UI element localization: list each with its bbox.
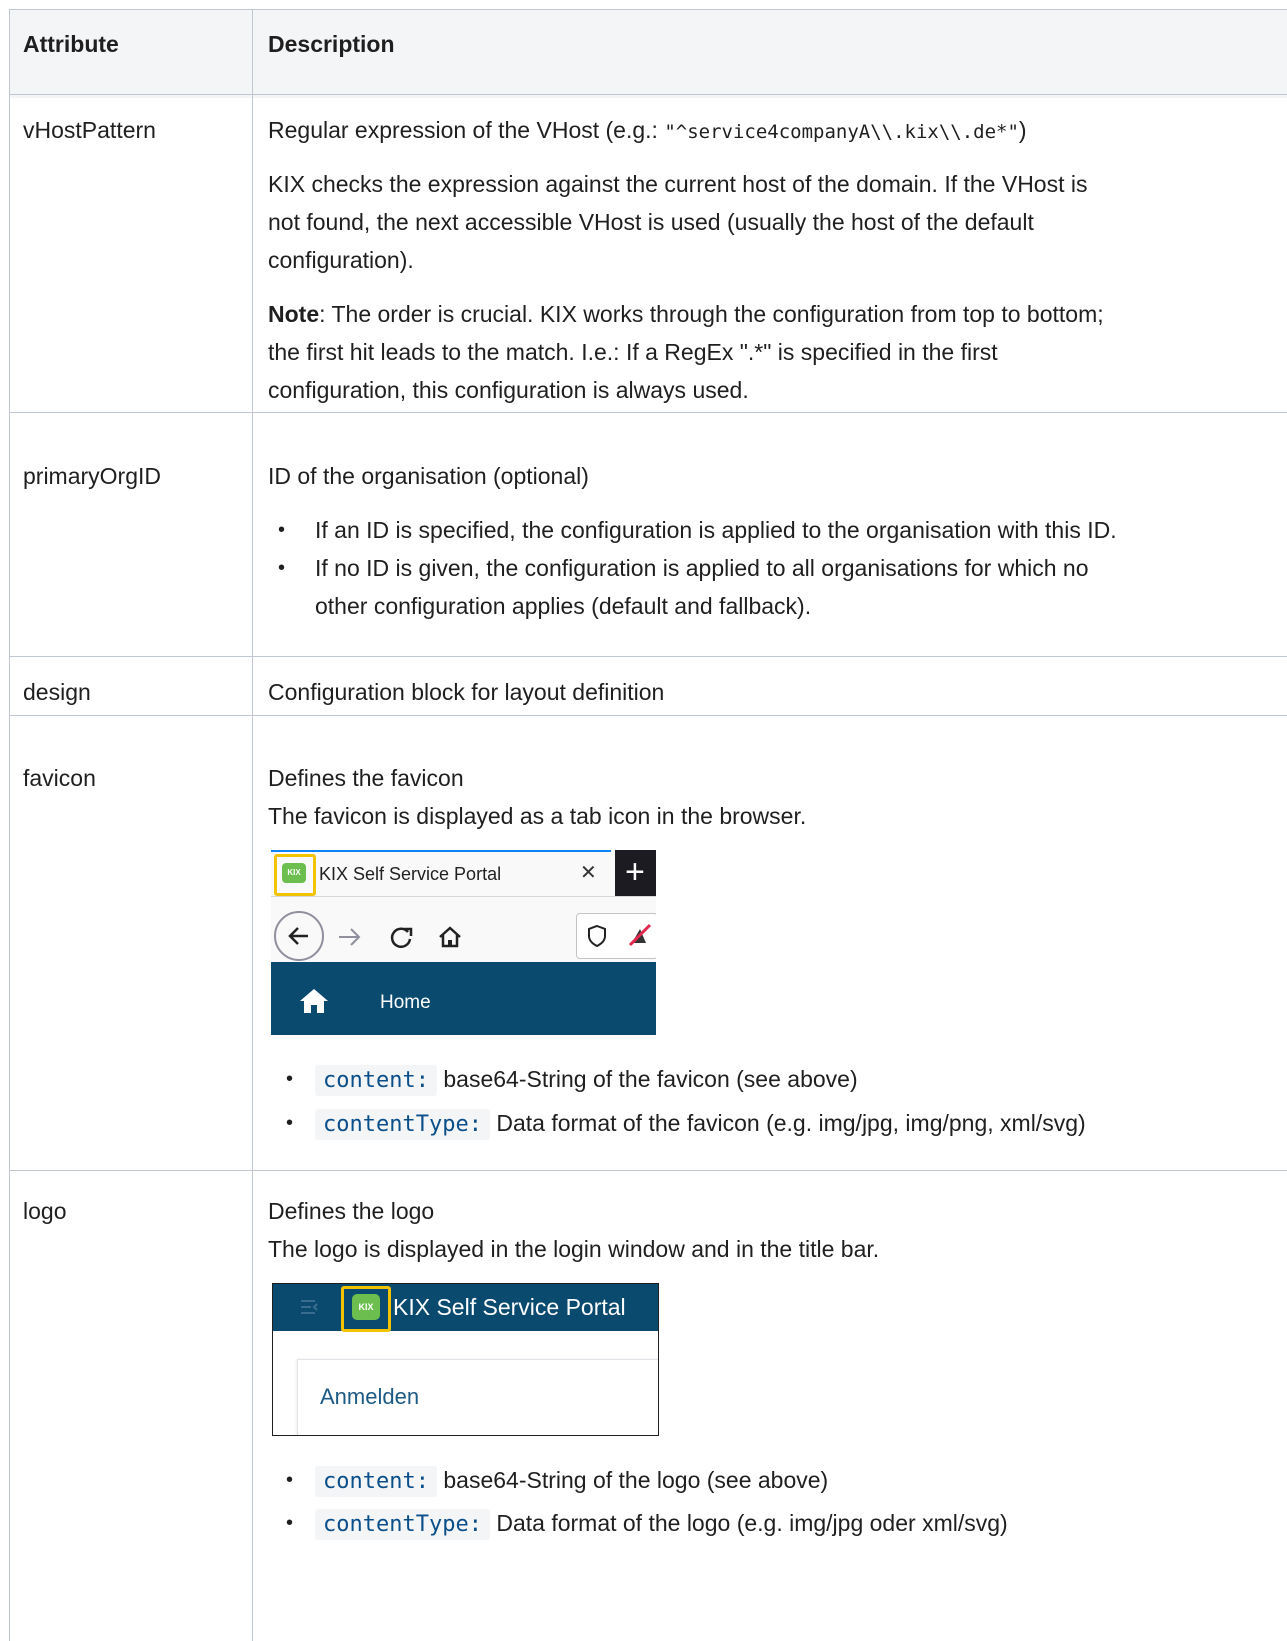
row-divider bbox=[9, 1170, 1287, 1171]
code-content: content: bbox=[315, 1466, 437, 1497]
vhost-regex-line: Regular expression of the VHost (e.g.: "… bbox=[268, 111, 1027, 151]
vhost-check-line-3: configuration). bbox=[268, 247, 414, 273]
row-divider bbox=[9, 94, 1287, 95]
tab-title: KIX Self Service Portal bbox=[319, 864, 502, 884]
forward-arrow-icon bbox=[339, 928, 361, 946]
home-nav-label: Home bbox=[380, 992, 431, 1013]
new-tab-plus-icon: + bbox=[625, 853, 645, 891]
code-contenttype: contentType: bbox=[315, 1509, 490, 1540]
vhost-regex-code: "^service4companyA\\.kix\\.de*" bbox=[664, 121, 1019, 143]
vhost-check-line-1: KIX checks the expression against the cu… bbox=[268, 171, 1088, 197]
bullet-dot: • bbox=[286, 1112, 294, 1134]
row-divider bbox=[9, 412, 1287, 413]
org-desc: ID of the organisation (optional) bbox=[268, 463, 589, 489]
close-tab-icon: ✕ bbox=[580, 862, 597, 884]
favicon-line-2: The favicon is displayed as a tab icon i… bbox=[268, 803, 807, 829]
bullet-dot: • bbox=[278, 519, 286, 541]
login-heading: Anmelden bbox=[320, 1384, 420, 1409]
row-name-logo: logo bbox=[23, 1198, 67, 1224]
back-arrow-icon bbox=[288, 927, 308, 945]
attribute-table: Attribute Description vHostPattern Regul… bbox=[9, 9, 1287, 1641]
tracking-blocked-icon bbox=[628, 923, 652, 947]
logo-line-1: Defines the logo bbox=[268, 1198, 435, 1224]
bullet-dot: • bbox=[286, 1469, 294, 1491]
vhost-note-line-3: configuration, this configuration is alw… bbox=[268, 377, 749, 403]
favicon-bullet-1: content: base64-String of the favicon (s… bbox=[315, 1060, 858, 1100]
vhost-note-line-2: the first hit leads to the match. I.e.: … bbox=[268, 339, 998, 365]
vhost-regex-text: Regular expression of the VHost (e.g.: bbox=[268, 117, 665, 143]
org-bullet-1: If an ID is specified, the configuration… bbox=[315, 517, 1117, 543]
org-bullet-2-line-2: other configuration applies (default and… bbox=[315, 593, 812, 619]
logo-bullet-1: content: base64-String of the logo (see … bbox=[315, 1461, 828, 1501]
bullet-dot: • bbox=[286, 1512, 294, 1534]
vhost-regex-end: ) bbox=[1018, 117, 1027, 143]
active-tab-indicator bbox=[271, 850, 611, 852]
reload-icon bbox=[390, 927, 413, 948]
favicon-contenttype-desc: Data format of the favicon (e.g. img/jpg… bbox=[496, 1110, 1086, 1136]
note-label: Note bbox=[268, 301, 320, 327]
row-name-vhostpattern: vHostPattern bbox=[23, 117, 156, 143]
table-header bbox=[9, 9, 1287, 98]
logo-line-2: The logo is displayed in the login windo… bbox=[268, 1236, 880, 1262]
favicon-browser-screenshot: + KIX KIX Self Service Portal ✕ Home bbox=[271, 850, 656, 1035]
logo-screenshot: KIX KIX Self Service Portal Anmelden bbox=[272, 1283, 659, 1436]
favicon-bullet-2: contentType: Data format of the favicon … bbox=[315, 1104, 1086, 1144]
row-divider bbox=[9, 656, 1287, 657]
header-attribute: Attribute bbox=[23, 31, 119, 57]
row-name-primaryorgid: primaryOrgID bbox=[23, 463, 162, 489]
header-description: Description bbox=[268, 31, 395, 57]
note-text: : The order is crucial. KIX works throug… bbox=[319, 301, 1104, 327]
org-bullet-2-line-1: If no ID is given, the configuration is … bbox=[315, 555, 1089, 581]
kix-favicon: KIX bbox=[282, 863, 306, 883]
row-name-design: design bbox=[23, 679, 91, 705]
column-divider bbox=[252, 9, 253, 1641]
back-button bbox=[274, 911, 324, 961]
logo-content-desc: base64-String of the logo (see above) bbox=[443, 1467, 829, 1493]
vhost-check-line-2: not found, the next accessible VHost is … bbox=[268, 209, 1034, 235]
row-divider bbox=[9, 715, 1287, 716]
kix-logo: KIX bbox=[352, 1294, 380, 1320]
home-nav-icon bbox=[300, 989, 328, 1013]
tab-divider bbox=[271, 896, 656, 897]
code-contenttype: contentType: bbox=[315, 1109, 490, 1140]
logo-bullet-2: contentType: Data format of the logo (e.… bbox=[315, 1504, 1008, 1544]
favicon-content-desc: base64-String of the favicon (see above) bbox=[443, 1066, 858, 1092]
home-icon bbox=[439, 926, 461, 948]
design-desc: Configuration block for layout definitio… bbox=[268, 679, 665, 705]
bullet-dot: • bbox=[286, 1068, 294, 1090]
shield-icon bbox=[588, 924, 606, 948]
portal-title: KIX Self Service Portal bbox=[393, 1294, 626, 1320]
table-border-left bbox=[9, 9, 10, 1641]
favicon-line-1: Defines the favicon bbox=[268, 765, 464, 791]
code-content: content: bbox=[315, 1065, 437, 1096]
logo-contenttype-desc: Data format of the logo (e.g. img/jpg od… bbox=[496, 1510, 1008, 1536]
vhost-note-line-1: Note: The order is crucial. KIX works th… bbox=[268, 295, 1104, 333]
row-name-favicon: favicon bbox=[23, 765, 96, 791]
bullet-dot: • bbox=[278, 557, 286, 579]
table-border-top bbox=[9, 9, 1287, 10]
menu-collapse-icon bbox=[301, 1300, 318, 1314]
